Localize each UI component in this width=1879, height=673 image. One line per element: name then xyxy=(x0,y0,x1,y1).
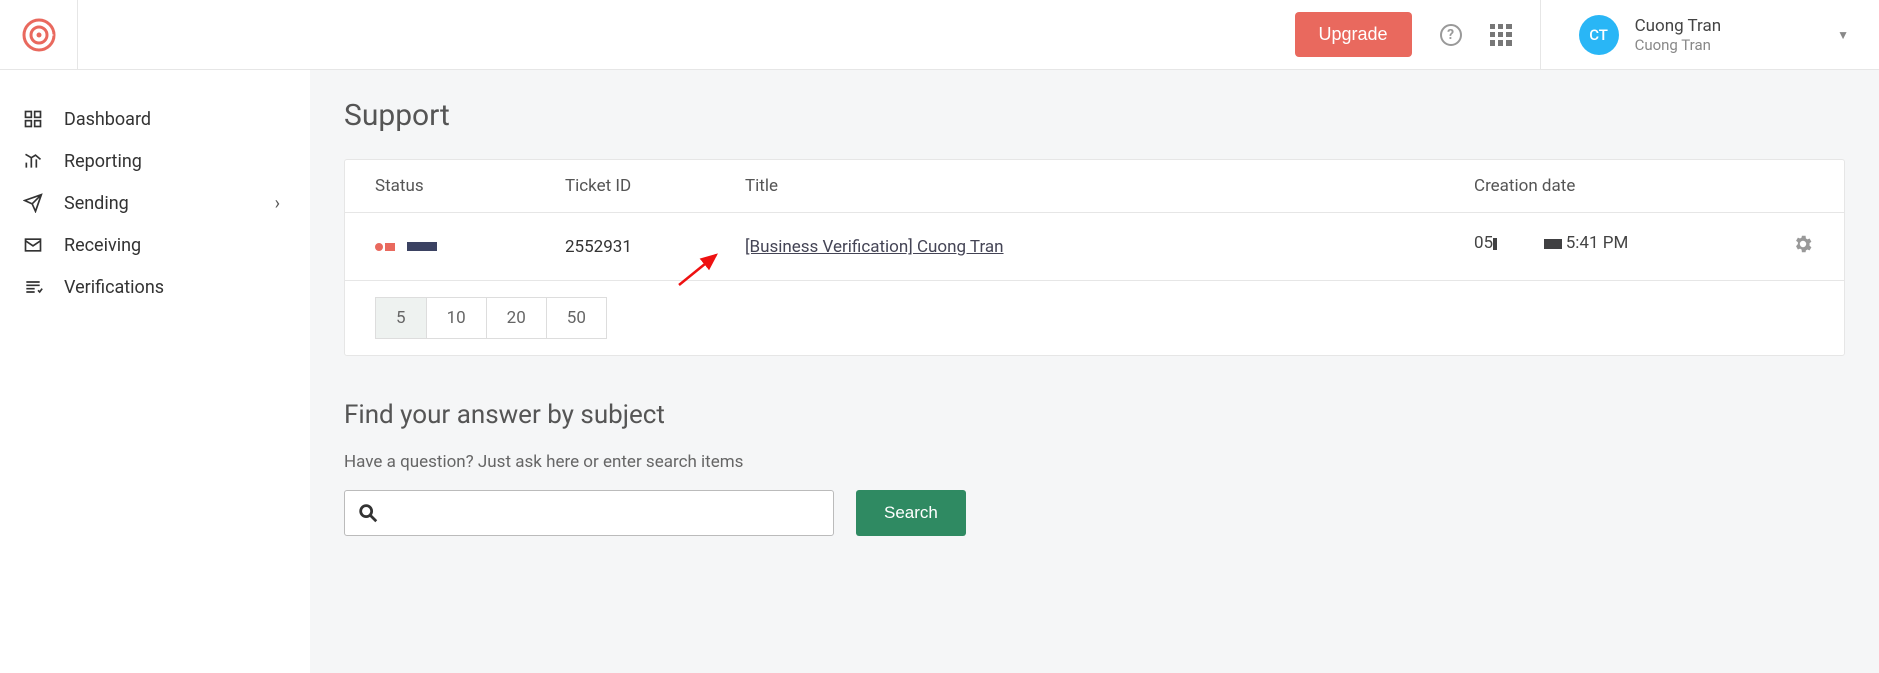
avatar: CT xyxy=(1579,15,1619,55)
gear-icon[interactable] xyxy=(1792,233,1814,260)
page-size-pager: 5 10 20 50 xyxy=(345,281,1844,355)
profile-menu[interactable]: CT Cuong Tran Cuong Tran ▼ xyxy=(1569,15,1849,55)
sidebar-item-reporting[interactable]: Reporting xyxy=(0,140,310,182)
ticket-id: 2552931 xyxy=(565,237,745,257)
main-content: Support Status Ticket ID Title Creation … xyxy=(310,70,1879,673)
sidebar-item-label: Dashboard xyxy=(64,109,151,130)
page-title: Support xyxy=(344,98,1845,133)
page-size-20[interactable]: 20 xyxy=(486,297,547,339)
page-size-10[interactable]: 10 xyxy=(426,297,487,339)
logo[interactable] xyxy=(0,0,78,70)
page-size-5[interactable]: 5 xyxy=(375,297,427,339)
search-button[interactable]: Search xyxy=(856,490,966,536)
chevron-down-icon: ▼ xyxy=(1837,28,1849,42)
col-status: Status xyxy=(375,176,565,196)
receiving-icon xyxy=(22,234,44,256)
table-header: Status Ticket ID Title Creation date xyxy=(345,160,1844,213)
dashboard-icon xyxy=(22,108,44,130)
page-size-50[interactable]: 50 xyxy=(546,297,607,339)
sidebar-item-label: Sending xyxy=(64,193,129,214)
search-input[interactable] xyxy=(387,504,821,522)
upgrade-button[interactable]: Upgrade xyxy=(1295,12,1412,57)
table-row: 2552931 [Business Verification] Cuong Tr… xyxy=(345,213,1844,281)
status-badge xyxy=(375,237,565,257)
search-icon xyxy=(357,502,379,524)
profile-name: Cuong Tran xyxy=(1635,16,1722,36)
find-answer-title: Find your answer by subject xyxy=(344,400,1845,430)
chevron-right-icon: › xyxy=(275,193,280,214)
sidebar: Dashboard Reporting Sending › Receiving … xyxy=(0,70,310,673)
sidebar-item-label: Reporting xyxy=(64,151,142,172)
col-title: Title xyxy=(745,176,1474,196)
reporting-icon xyxy=(22,150,44,172)
col-date: Creation date xyxy=(1474,176,1814,196)
apps-icon[interactable] xyxy=(1490,24,1512,46)
profile-subtitle: Cuong Tran xyxy=(1635,36,1722,54)
sidebar-item-receiving[interactable]: Receiving xyxy=(0,224,310,266)
help-icon[interactable]: ? xyxy=(1440,24,1462,46)
tickets-table: Status Ticket ID Title Creation date 255… xyxy=(344,159,1845,356)
divider xyxy=(1540,0,1541,70)
sidebar-item-verifications[interactable]: Verifications xyxy=(0,266,310,308)
sidebar-item-dashboard[interactable]: Dashboard xyxy=(0,98,310,140)
ticket-title-link[interactable]: [Business Verification] Cuong Tran xyxy=(745,237,1004,257)
sidebar-item-label: Receiving xyxy=(64,235,141,256)
sidebar-item-sending[interactable]: Sending › xyxy=(0,182,310,224)
sending-icon xyxy=(22,192,44,214)
sidebar-item-label: Verifications xyxy=(64,277,164,298)
verifications-icon xyxy=(22,276,44,298)
creation-date: 05 xxxxx 5:41 PM xyxy=(1474,233,1814,260)
find-answer-desc: Have a question? Just ask here or enter … xyxy=(344,452,1845,472)
topbar: Upgrade ? CT Cuong Tran Cuong Tran ▼ xyxy=(0,0,1879,70)
search-box[interactable] xyxy=(344,490,834,536)
col-ticket-id: Ticket ID xyxy=(565,176,745,196)
